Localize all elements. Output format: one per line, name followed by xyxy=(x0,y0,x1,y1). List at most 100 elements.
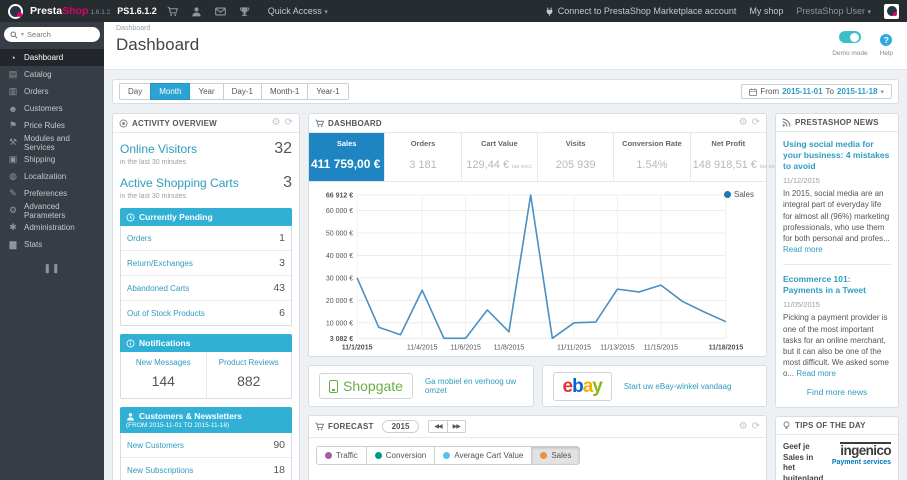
new-messages-cell[interactable]: New Messages 144 xyxy=(121,352,206,398)
shopgate-link[interactable]: Ga mobiel en verhoog uw omzet xyxy=(425,377,523,395)
sidebar-item-label: Preferences xyxy=(24,189,68,198)
active-carts-link[interactable]: Active Shopping Carts xyxy=(120,176,239,190)
customer-icon[interactable] xyxy=(188,5,205,16)
range-button-year-1[interactable]: Year-1 xyxy=(307,83,349,100)
forecast-prev-button[interactable]: ◀◀ xyxy=(428,420,448,434)
abandoned-carts-link[interactable]: Abandoned Carts xyxy=(127,284,189,293)
kpi-cart-value[interactable]: Cart Value 129,44 € tax excl. xyxy=(460,133,537,181)
svg-text:20 000 €: 20 000 € xyxy=(326,298,353,305)
chart-legend-sales[interactable]: Sales xyxy=(723,190,754,199)
find-more-news-link[interactable]: Find more news xyxy=(783,387,891,397)
news-article-title[interactable]: Using social media for your business: 4 … xyxy=(783,139,891,172)
sidebar-item-administration[interactable]: ✱ Administration xyxy=(0,219,104,236)
new-subscriptions-link[interactable]: New Subscriptions xyxy=(127,466,193,475)
trophy-icon[interactable] xyxy=(236,5,253,16)
sidebar-item-modules-and-services[interactable]: ⚒ Modules and Services xyxy=(0,134,104,152)
sidebar-item-customers[interactable]: ☻ Customers xyxy=(0,100,104,117)
rss-icon xyxy=(782,118,791,127)
return-exchanges-value: 3 xyxy=(279,257,285,269)
kpi-visits[interactable]: Visits 205 939 xyxy=(536,133,613,181)
cart-icon[interactable] xyxy=(164,5,181,16)
help-button[interactable]: ? Help xyxy=(880,30,893,57)
sidebar-item-preferences[interactable]: ✎ Preferences xyxy=(0,185,104,202)
ebay-logo[interactable]: ebay xyxy=(552,371,612,401)
user-menu[interactable]: PrestaShop User ▾ xyxy=(796,6,871,16)
kpi-net-profit[interactable]: Net Profit 148 918,51 € tax excl. xyxy=(689,133,780,181)
svg-text:11/15/2015: 11/15/2015 xyxy=(644,344,679,351)
currently-pending-list: Orders 1 Return/Exchanges 3 Abandoned Carts 4… xyxy=(120,226,292,326)
online-visitors-link[interactable]: Online Visitors xyxy=(120,142,197,156)
svg-text:11/6/2015: 11/6/2015 xyxy=(450,344,481,351)
my-shop-link[interactable]: My shop xyxy=(749,6,783,16)
topbar: PrestaShop 1.6.1.2 PS1.6.1.2 Quick Access… xyxy=(0,0,907,22)
gear-icon[interactable]: ⚙ xyxy=(739,421,748,432)
kpi-conversion-rate[interactable]: Conversion Rate 1.54% xyxy=(613,133,689,181)
sidebar-item-shipping[interactable]: ▣ Shipping xyxy=(0,151,104,168)
demo-mode-toggle[interactable]: Demo mode xyxy=(832,30,868,57)
ingenico-logo[interactable]: ingenico Payment services xyxy=(827,442,892,467)
forecast-toggle-conversion[interactable]: Conversion xyxy=(365,446,436,466)
user-avatar[interactable] xyxy=(884,3,899,19)
sidebar-item-label: Localization xyxy=(24,172,67,181)
messages-icon[interactable] xyxy=(212,5,229,16)
new-customers-link[interactable]: New Customers xyxy=(127,441,184,450)
gear-icon[interactable]: ⚙ xyxy=(272,118,281,128)
sidebar-item-orders[interactable]: ▥ Orders xyxy=(0,83,104,100)
svg-text:60 000 €: 60 000 € xyxy=(326,208,353,215)
shopgate-logo[interactable]: Shopgate xyxy=(319,373,413,400)
svg-text:11/13/2015: 11/13/2015 xyxy=(600,344,635,351)
read-more-link[interactable]: Read more xyxy=(783,245,823,254)
product-reviews-cell[interactable]: Product Reviews 882 xyxy=(205,352,292,398)
search-input[interactable] xyxy=(27,30,94,39)
sidebar-item-localization[interactable]: ◍ Localization xyxy=(0,168,104,185)
sidebar-item-dashboard[interactable]: ◔ Dashboard xyxy=(0,49,104,66)
range-button-month[interactable]: Month xyxy=(150,83,191,100)
refresh-icon[interactable]: ⟳ xyxy=(752,421,760,432)
administration-icon: ✱ xyxy=(9,222,17,232)
forecast-next-button[interactable]: ▶▶ xyxy=(446,420,466,434)
sidebar-item-catalog[interactable]: ▤ Catalog xyxy=(0,66,104,83)
refresh-icon[interactable]: ⟳ xyxy=(285,118,293,128)
help-icon[interactable]: ? xyxy=(880,34,893,46)
svg-text:50 000 €: 50 000 € xyxy=(326,230,353,237)
marketplace-connect-link[interactable]: Connect to PrestaShop Marketplace accoun… xyxy=(545,6,736,16)
phone-icon xyxy=(329,379,338,393)
range-button-year[interactable]: Year xyxy=(189,83,224,100)
range-button-day-1[interactable]: Day-1 xyxy=(222,83,262,100)
sidebar-item-label: Advanced Parameters xyxy=(24,201,66,220)
out-of-stock-products-link[interactable]: Out of Stock Products xyxy=(127,309,205,318)
sidebar-collapse-button[interactable]: ❚❚ xyxy=(0,263,104,274)
kpi-sales[interactable]: Sales 411 759,00 € tax excl. xyxy=(309,133,405,181)
forecast-toggle-average-cart-value[interactable]: Average Cart Value xyxy=(434,446,533,466)
orders-link[interactable]: Orders xyxy=(127,234,151,243)
sales-line-chart[interactable]: 3 082 € 10 000 € 20 000 € 30 000 € 40 000 € 5… xyxy=(311,186,764,354)
ebay-link[interactable]: Start uw eBay-winkel vandaag xyxy=(624,382,732,391)
gear-icon[interactable]: ⚙ xyxy=(739,118,748,128)
return-exchanges-link[interactable]: Return/Exchanges xyxy=(127,259,193,268)
lightbulb-icon xyxy=(783,421,790,430)
sidebar-search[interactable]: ▾ xyxy=(4,27,100,42)
legend-dot-icon xyxy=(723,191,731,198)
forecast-toggle-sales[interactable]: Sales xyxy=(531,446,581,466)
shopgate-banner: Shopgate Ga mobiel en verhoog uw omzet xyxy=(308,365,534,408)
legend-dot-icon xyxy=(374,452,382,460)
divider xyxy=(783,264,891,266)
sidebar-item-label: Price Rules xyxy=(24,121,65,130)
refresh-icon[interactable]: ⟳ xyxy=(752,118,760,128)
forecast-toggle-traffic[interactable]: Traffic xyxy=(316,446,367,466)
forecast-year-pill[interactable]: 2015 xyxy=(381,420,420,434)
toggle-on-icon[interactable] xyxy=(838,31,861,43)
date-range-picker[interactable]: From 2015-11-01 To 2015-11-18 ▾ xyxy=(741,84,892,99)
sidebar-item-advanced-parameters[interactable]: ⚙ Advanced Parameters xyxy=(0,201,104,220)
sidebar-item-price-rules[interactable]: ⚑ Price Rules xyxy=(0,117,104,134)
dashboard-panel: DASHBOARD ⚙ ⟳ Sales 411 759,00 € tax excl… xyxy=(308,113,780,358)
sidebar-item-stats[interactable]: ▆ Stats xyxy=(0,236,104,253)
news-article-title[interactable]: Ecommerce 101: Payments in a Tweet xyxy=(783,274,891,296)
kpi-orders[interactable]: Orders 3 181 xyxy=(384,133,460,181)
range-button-day[interactable]: Day xyxy=(119,83,152,100)
clock-icon xyxy=(126,213,135,221)
prestashop-logo[interactable] xyxy=(8,3,23,19)
read-more-link[interactable]: Read more xyxy=(796,369,836,378)
range-button-month-1[interactable]: Month-1 xyxy=(260,83,309,100)
quick-access-menu[interactable]: Quick Access ▾ xyxy=(268,6,328,16)
